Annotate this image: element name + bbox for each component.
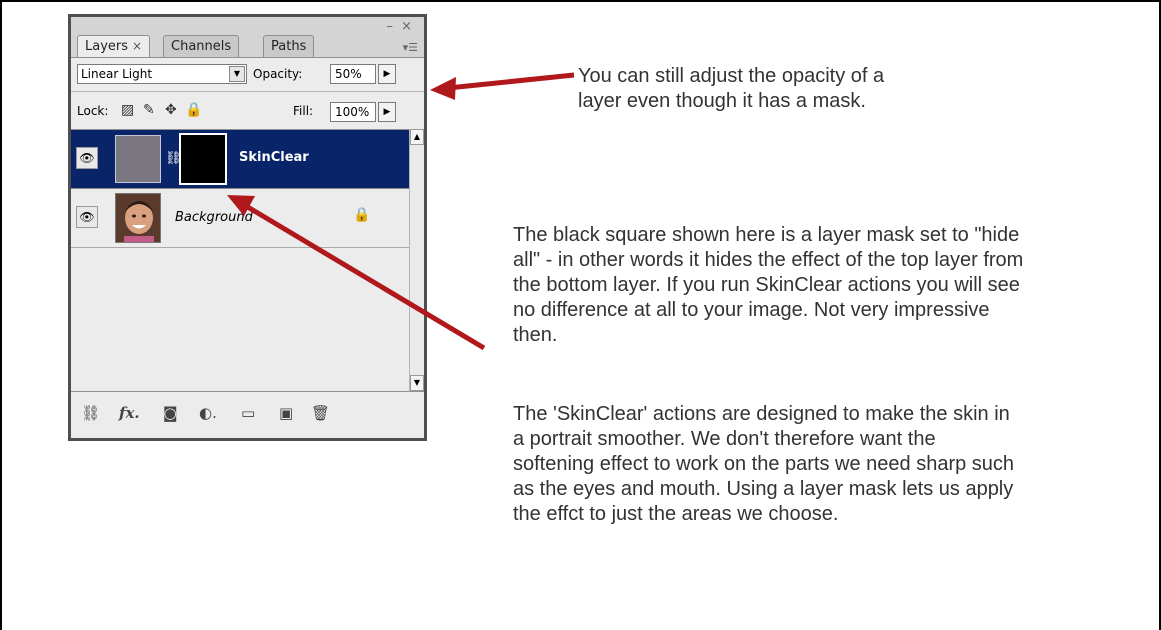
annotation-arrows xyxy=(227,72,575,351)
mask-arrow xyxy=(244,203,486,351)
opacity-arrow xyxy=(447,72,575,91)
opacity-arrowhead xyxy=(430,77,456,100)
mask-arrowhead xyxy=(227,195,255,216)
